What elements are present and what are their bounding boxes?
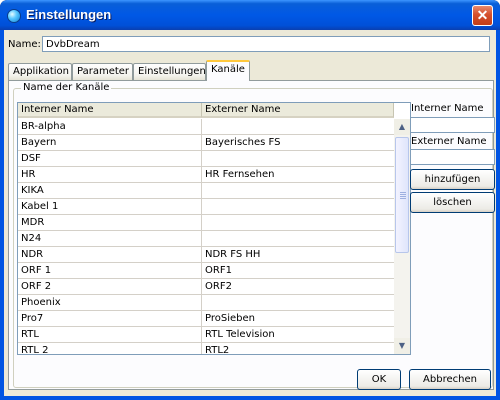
cell-internal-name[interactable]: KIKA (18, 183, 202, 199)
external-name-label: Externer Name (411, 136, 487, 147)
close-icon[interactable]: ✕ (472, 5, 493, 26)
tab-applikation[interactable]: Applikation (8, 63, 72, 80)
table-row[interactable]: N24 (18, 231, 394, 247)
table-row[interactable]: HR HR Fernsehen (18, 167, 394, 183)
cell-internal-name[interactable]: Phoenix (18, 295, 202, 311)
cell-internal-name[interactable]: RTL (18, 327, 202, 343)
grip-line (400, 192, 406, 193)
scroll-down-icon[interactable]: ▼ (394, 338, 410, 354)
app-icon (7, 9, 21, 23)
scroll-up-icon[interactable]: ▲ (394, 119, 410, 135)
cell-external-name[interactable] (202, 183, 394, 199)
group-title: Name der Kanäle (21, 82, 112, 93)
grip-line (400, 198, 406, 199)
table-row[interactable]: RTL 2 RTL2 (18, 343, 394, 354)
cell-internal-name[interactable]: HR (18, 167, 202, 183)
internal-name-label: Interner Name (411, 103, 484, 114)
dialog-window: Einstellungen ✕ Name: Applikation Parame… (0, 0, 500, 400)
table-row[interactable]: ORF 1 ORF1 (18, 263, 394, 279)
cell-internal-name[interactable]: NDR (18, 247, 202, 263)
table-row[interactable]: DSF (18, 151, 394, 167)
tab-einstellungen[interactable]: Einstellungen (133, 63, 206, 80)
title-bar[interactable]: Einstellungen ✕ (0, 0, 500, 30)
cell-internal-name[interactable]: MDR (18, 215, 202, 231)
table-row[interactable]: KIKA (18, 183, 394, 199)
scroll-thumb[interactable] (395, 137, 409, 253)
window-frame-bottom (0, 396, 500, 400)
cell-external-name[interactable]: RTL2 (202, 343, 394, 354)
cell-internal-name[interactable]: Kabel 1 (18, 199, 202, 215)
cell-external-name[interactable]: ORF2 (202, 279, 394, 295)
cell-external-name[interactable]: NDR FS HH (202, 247, 394, 263)
table-row[interactable]: ORF 2 ORF2 (18, 279, 394, 295)
cell-internal-name[interactable]: RTL 2 (18, 343, 202, 354)
cell-external-name[interactable]: Bayerisches FS (202, 135, 394, 151)
cell-internal-name[interactable]: N24 (18, 231, 202, 247)
cell-external-name[interactable] (202, 119, 394, 135)
channel-table[interactable]: Interner Name Externer Name BR-alpha Baye… (17, 102, 411, 355)
cell-external-name[interactable]: ProSieben (202, 311, 394, 327)
cancel-button[interactable]: Abbrechen (409, 369, 491, 390)
dialog-body: Name: Applikation Parameter Einstellunge… (4, 30, 496, 396)
column-header-external[interactable]: Externer Name (202, 103, 394, 118)
cell-external-name[interactable] (202, 231, 394, 247)
cell-internal-name[interactable]: BR-alpha (18, 119, 202, 135)
column-header-internal[interactable]: Interner Name (18, 103, 202, 118)
table-row[interactable]: MDR (18, 215, 394, 231)
cell-external-name[interactable] (202, 295, 394, 311)
cell-external-name[interactable]: ORF1 (202, 263, 394, 279)
cell-internal-name[interactable]: Pro7 (18, 311, 202, 327)
cell-external-name[interactable]: RTL Television (202, 327, 394, 343)
cell-external-name[interactable] (202, 151, 394, 167)
table-row[interactable]: BR-alpha (18, 119, 394, 135)
table-row[interactable]: Pro7 ProSieben (18, 311, 394, 327)
cell-internal-name[interactable]: Bayern (18, 135, 202, 151)
cell-external-name[interactable] (202, 199, 394, 215)
tab-kanaele[interactable]: Kanäle (206, 60, 250, 81)
external-name-input[interactable] (410, 149, 495, 165)
grip-line (400, 194, 406, 195)
window-frame-right (496, 30, 500, 400)
table-row[interactable]: Phoenix (18, 295, 394, 311)
cell-external-name[interactable]: HR Fernsehen (202, 167, 394, 183)
tab-parameter[interactable]: Parameter (72, 63, 133, 80)
cell-internal-name[interactable]: DSF (18, 151, 202, 167)
table-row[interactable]: Kabel 1 (18, 199, 394, 215)
cell-internal-name[interactable]: ORF 2 (18, 279, 202, 295)
window-title: Einstellungen (26, 7, 112, 22)
tab-panel-kanaele: Name der Kanäle Interner Name Externer N… (8, 80, 495, 390)
cell-internal-name[interactable]: ORF 1 (18, 263, 202, 279)
table-row[interactable]: Bayern Bayerisches FS (18, 135, 394, 151)
delete-button[interactable]: löschen (410, 192, 495, 213)
cell-external-name[interactable] (202, 215, 394, 231)
internal-name-input[interactable] (410, 117, 495, 133)
name-label: Name: (8, 39, 41, 50)
table-row[interactable]: RTL RTL Television (18, 327, 394, 343)
grip-line (400, 196, 406, 197)
add-button[interactable]: hinzufügen (410, 169, 495, 190)
name-input[interactable] (42, 36, 490, 52)
table-row[interactable]: NDR NDR FS HH (18, 247, 394, 263)
table-rows: BR-alpha Bayern Bayerisches FS DSF HR HR Fern… (18, 119, 394, 354)
table-scrollbar[interactable]: ▲ ▼ (394, 119, 410, 354)
channel-names-group: Name der Kanäle Interner Name Externer N… (13, 82, 495, 388)
ok-button[interactable]: OK (357, 369, 401, 390)
